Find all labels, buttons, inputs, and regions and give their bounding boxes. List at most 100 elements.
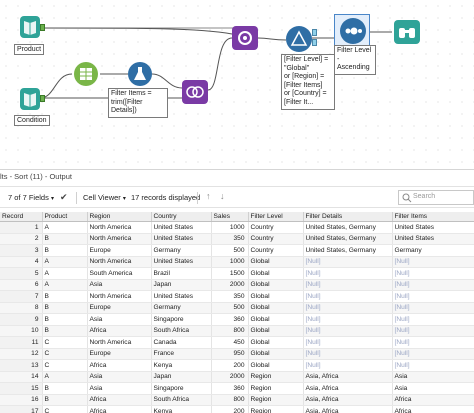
table-cell[interactable]: United States (151, 233, 212, 245)
table-cell[interactable]: A (42, 221, 88, 234)
table-cell[interactable]: 800 (211, 325, 249, 337)
record-number-cell[interactable]: 3 (0, 244, 43, 257)
join-tool[interactable] (182, 80, 208, 104)
record-number-cell[interactable]: 17 (0, 405, 43, 413)
table-row[interactable]: 3 B Europe Germany 500 Country United States, … (0, 244, 474, 257)
column-header[interactable]: Sales (211, 212, 249, 222)
table-cell[interactable]: [Null] (303, 267, 393, 280)
table-row[interactable]: 10 B Africa South Africa 800 Global [Null] [Nul… (0, 325, 474, 337)
false-anchor[interactable] (312, 39, 317, 46)
output-anchor[interactable] (40, 24, 45, 31)
table-cell[interactable]: Japan (151, 279, 212, 291)
table-cell[interactable]: B (42, 302, 88, 314)
table-cell[interactable]: Country (248, 244, 304, 257)
table-cell[interactable]: [Null] (303, 348, 393, 360)
table-cell[interactable]: [Null] (303, 359, 393, 372)
table-cell[interactable]: United States, Germany (303, 244, 393, 257)
table-cell[interactable]: Asia, Africa (303, 382, 393, 395)
table-cell[interactable]: [Null] (392, 279, 474, 291)
table-cell[interactable]: Asia (87, 313, 152, 326)
table-cell[interactable]: United States (151, 256, 212, 268)
record-number-cell[interactable]: 11 (0, 336, 43, 349)
record-number-cell[interactable]: 4 (0, 256, 43, 268)
apply-check-icon[interactable]: ✔ (60, 192, 68, 202)
table-cell[interactable]: B (42, 313, 88, 326)
record-number-cell[interactable]: 5 (0, 267, 43, 280)
record-number-cell[interactable]: 7 (0, 290, 43, 303)
table-cell[interactable]: A (42, 371, 88, 383)
table-cell[interactable]: Global (248, 290, 304, 303)
record-number-cell[interactable]: 9 (0, 313, 43, 326)
table-cell[interactable]: Canada (151, 336, 212, 349)
table-cell[interactable]: France (151, 348, 212, 360)
column-header[interactable]: Filter Level (248, 212, 304, 222)
table-cell[interactable]: Region (248, 394, 304, 406)
table-row[interactable]: 2 B North America United States 350 Country Un… (0, 233, 474, 245)
table-cell[interactable]: [Null] (392, 256, 474, 268)
table-cell[interactable]: Africa (87, 359, 152, 372)
browse-tool[interactable] (394, 20, 420, 44)
record-number-cell[interactable]: 12 (0, 348, 43, 360)
table-cell[interactable]: Germany (151, 302, 212, 314)
workflow-canvas[interactable]: Product Condition Filter Items = trim([F… (0, 0, 474, 165)
table-cell[interactable]: United States (151, 221, 212, 234)
table-cell[interactable]: Country (248, 233, 304, 245)
record-number-cell[interactable]: 8 (0, 302, 43, 314)
column-header[interactable]: Product (42, 212, 88, 222)
table-cell[interactable]: South Africa (151, 394, 212, 406)
table-cell[interactable]: [Null] (392, 348, 474, 360)
output-anchor[interactable] (40, 95, 45, 102)
table-cell[interactable]: North America (87, 256, 152, 268)
table-cell[interactable]: Asia, Africa (303, 394, 393, 406)
record-number-cell[interactable]: 10 (0, 325, 43, 337)
cell-viewer-dropdown[interactable]: Cell Viewer ▾ (83, 193, 126, 204)
table-cell[interactable]: [Null] (392, 336, 474, 349)
arrow-down-icon[interactable]: ↓ (220, 191, 225, 201)
table-cell[interactable]: 200 (211, 359, 249, 372)
table-cell[interactable]: Region (248, 382, 304, 395)
table-cell[interactable]: A (42, 279, 88, 291)
filter-tool[interactable] (286, 26, 312, 52)
table-cell[interactable]: Global (248, 325, 304, 337)
table-cell[interactable]: United States (392, 221, 474, 234)
append-fields-tool[interactable] (232, 26, 258, 50)
table-cell[interactable]: North America (87, 221, 152, 234)
table-cell[interactable]: [Null] (303, 313, 393, 326)
table-cell[interactable]: B (42, 325, 88, 337)
table-cell[interactable]: Kenya (151, 359, 212, 372)
table-cell[interactable]: C (42, 348, 88, 360)
table-cell[interactable]: Europe (87, 348, 152, 360)
table-cell[interactable]: United States (392, 233, 474, 245)
table-cell[interactable]: Brazil (151, 267, 212, 280)
table-cell[interactable]: Singapore (151, 313, 212, 326)
table-row[interactable]: 9 B Asia Singapore 360 Global [Null] [Null] (0, 313, 474, 326)
table-cell[interactable]: Africa (87, 394, 152, 406)
table-cell[interactable]: B (42, 233, 88, 245)
table-row[interactable]: 16 B Africa South Africa 800 Region Asia, Afri… (0, 394, 474, 406)
table-cell[interactable]: [Null] (392, 290, 474, 303)
table-cell[interactable]: [Null] (392, 313, 474, 326)
table-cell[interactable]: North America (87, 233, 152, 245)
table-cell[interactable]: Africa (392, 394, 474, 406)
true-anchor[interactable] (312, 29, 317, 36)
table-cell[interactable]: United States (151, 290, 212, 303)
table-cell[interactable]: United States, Germany (303, 233, 393, 245)
table-cell[interactable]: Global (248, 348, 304, 360)
table-row[interactable]: 1 A North America United States 1000 Country U… (0, 221, 474, 234)
table-cell[interactable]: Germany (151, 244, 212, 257)
table-cell[interactable]: Global (248, 302, 304, 314)
text-to-columns-tool[interactable] (74, 62, 98, 86)
table-cell[interactable]: [Null] (303, 279, 393, 291)
column-header[interactable]: Filter Details (303, 212, 393, 222)
table-row[interactable]: 14 A Asia Japan 2000 Region Asia, Africa Asia (0, 371, 474, 383)
table-cell[interactable]: [Null] (303, 302, 393, 314)
table-cell[interactable]: Region (248, 371, 304, 383)
table-cell[interactable]: [Null] (303, 256, 393, 268)
table-cell[interactable]: 350 (211, 233, 249, 245)
table-cell[interactable]: Kenya (151, 405, 212, 413)
formula-tool[interactable] (128, 62, 152, 86)
table-row[interactable]: 5 A South America Brazil 1500 Global [Null] [Nu… (0, 267, 474, 280)
table-cell[interactable]: 1500 (211, 267, 249, 280)
table-cell[interactable]: Global (248, 313, 304, 326)
record-number-cell[interactable]: 6 (0, 279, 43, 291)
